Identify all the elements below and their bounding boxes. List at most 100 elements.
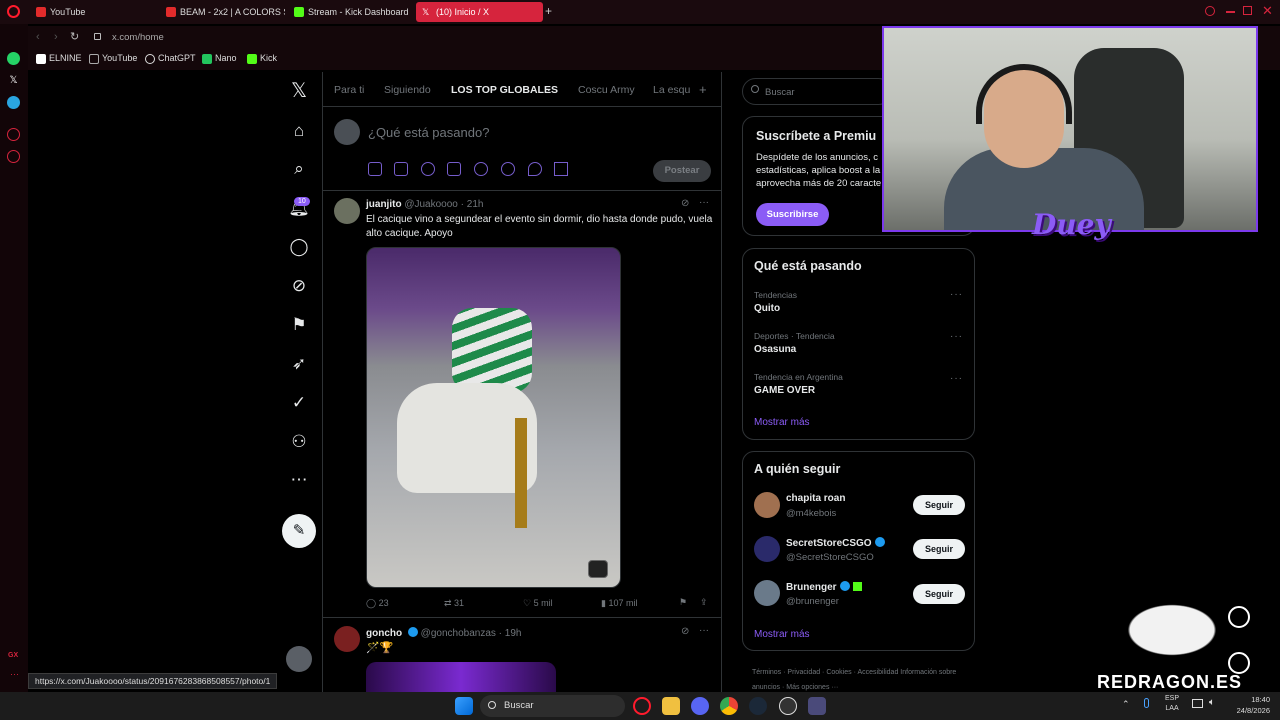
footer-link[interactable]: Accesibilidad: [857, 669, 898, 676]
opera-logo-icon[interactable]: [7, 5, 20, 18]
bookmark-icon[interactable]: ⚑: [679, 597, 687, 608]
views-button[interactable]: ▮ 107 mil: [601, 598, 637, 609]
more-icon[interactable]: ···: [950, 373, 963, 384]
whatsapp-icon[interactable]: [7, 52, 20, 65]
grok-icon[interactable]: ⊘: [681, 626, 689, 637]
volume-icon[interactable]: 🔈︎: [1209, 697, 1215, 708]
tab-x-home[interactable]: 𝕏 (10) Inicio / X: [416, 2, 543, 22]
messages-icon[interactable]: [1228, 652, 1250, 674]
avatar[interactable]: [754, 580, 780, 606]
footer-link[interactable]: Más opciones ···: [786, 684, 838, 691]
more-icon[interactable]: ···: [699, 625, 709, 636]
network-icon[interactable]: [1192, 699, 1203, 708]
footer-link[interactable]: Términos: [752, 669, 781, 676]
minimize-button[interactable]: [1226, 11, 1235, 13]
tab-youtube[interactable]: YouTube: [30, 2, 155, 22]
post-author-name[interactable]: goncho: [366, 628, 402, 639]
trend-name[interactable]: Osasuna: [754, 344, 796, 355]
grok-icon[interactable]: [421, 162, 435, 176]
home-icon[interactable]: ⌂: [286, 118, 312, 144]
maximize-button[interactable]: [1243, 6, 1252, 15]
microphone-icon[interactable]: [1144, 698, 1149, 708]
bookmarks-icon[interactable]: ⚑: [286, 312, 312, 338]
chevron-down-icon[interactable]: ⌄: [545, 83, 553, 94]
windows-start-icon[interactable]: [455, 697, 473, 715]
x-logo-icon[interactable]: 𝕏: [286, 78, 312, 104]
like-button[interactable]: ♡ 5 mil: [523, 598, 553, 609]
post-avatar[interactable]: [334, 626, 360, 652]
search-icon[interactable]: ⌕: [286, 156, 312, 182]
add-tab-icon[interactable]: +: [699, 82, 707, 97]
flag-icon[interactable]: [554, 162, 568, 176]
steam-icon[interactable]: [749, 697, 767, 715]
avatar[interactable]: [286, 646, 312, 672]
language-indicator[interactable]: ESP LAA: [1165, 694, 1179, 714]
tab-kick-dashboard[interactable]: Stream - Kick Dashboard: [288, 2, 413, 22]
more-icon[interactable]: ···: [950, 289, 963, 300]
obs-icon[interactable]: [779, 697, 797, 715]
avatar[interactable]: [754, 536, 780, 562]
bookmark-kick[interactable]: Kick: [247, 53, 277, 64]
chevron-up-icon[interactable]: ⌃: [1122, 699, 1130, 710]
grok-icon[interactable]: [1228, 606, 1250, 628]
reply-button[interactable]: ◯ 23: [366, 598, 389, 609]
tab-la-esquina[interactable]: La esqu: [653, 84, 690, 96]
avatar[interactable]: [754, 492, 780, 518]
jobs-icon[interactable]: ➶: [286, 351, 312, 377]
tab-los-top-globales[interactable]: LOS TOP GLOBALES: [451, 84, 558, 96]
bookmark-nano[interactable]: Nano: [202, 53, 237, 64]
clock[interactable]: 18:40 24/8/2026: [1228, 694, 1270, 716]
follow-handle[interactable]: @m4kebois: [786, 508, 836, 519]
taskbar-search[interactable]: Buscar: [480, 695, 625, 717]
post-image[interactable]: [366, 247, 621, 588]
forward-icon[interactable]: ›: [54, 31, 58, 43]
follow-name[interactable]: chapita roan: [786, 493, 845, 504]
post-author-handle[interactable]: @Juakoooo: [404, 199, 458, 210]
post-avatar[interactable]: [334, 198, 360, 224]
follow-name[interactable]: SecretStoreCSGO: [786, 538, 872, 549]
show-more-link[interactable]: Mostrar más: [754, 417, 810, 428]
post-image[interactable]: [366, 662, 556, 692]
search-input[interactable]: Buscar: [742, 78, 892, 105]
footer-link[interactable]: Cookies: [826, 669, 851, 676]
subscribe-button[interactable]: Suscribirse: [756, 203, 829, 226]
tab-siguiendo[interactable]: Siguiendo: [384, 84, 431, 96]
follow-handle[interactable]: @brunenger: [786, 596, 839, 607]
footer-link[interactable]: Información sobre anuncios: [752, 669, 956, 691]
telegram-icon[interactable]: [7, 96, 20, 109]
post-time[interactable]: · 21h: [461, 199, 484, 210]
schedule-icon[interactable]: [501, 162, 515, 176]
trend-name[interactable]: GAME OVER: [754, 385, 815, 396]
x-icon[interactable]: 𝕏: [7, 74, 20, 87]
grok-icon[interactable]: ⊘: [681, 198, 689, 209]
tab-coscu-army[interactable]: Coscu Army: [578, 84, 635, 96]
messages-icon[interactable]: ◯: [286, 234, 312, 260]
close-button[interactable]: ✕: [1262, 3, 1273, 19]
follow-handle[interactable]: @SecretStoreCSGO: [786, 552, 874, 563]
post-time[interactable]: · 19h: [499, 628, 522, 639]
reload-icon[interactable]: ↻: [70, 30, 79, 43]
search-tabs-icon[interactable]: [1205, 6, 1215, 16]
image-icon[interactable]: [368, 162, 382, 176]
tab-beam[interactable]: BEAM - 2x2 | A COLORS S: [160, 2, 285, 22]
settings-icon[interactable]: [7, 150, 20, 163]
url-field[interactable]: x.com/home: [112, 32, 164, 43]
repost-button[interactable]: ⇄ 31: [444, 598, 464, 609]
compose-post-button[interactable]: ✎: [282, 514, 316, 548]
poll-icon[interactable]: [447, 162, 461, 176]
compose-input[interactable]: ¿Qué está pasando?: [368, 125, 489, 140]
share-icon[interactable]: ⇪: [700, 597, 708, 608]
more-icon[interactable]: ⋯: [286, 467, 312, 493]
back-icon[interactable]: ‹: [36, 31, 40, 43]
follow-button[interactable]: Seguir: [913, 584, 965, 604]
follow-name[interactable]: Brunenger: [786, 582, 837, 593]
post-author-handle[interactable]: @gonchobanzas: [421, 628, 496, 639]
chrome-icon[interactable]: [720, 697, 738, 715]
trend-name[interactable]: Quito: [754, 303, 780, 314]
media-tag-icon[interactable]: [588, 560, 608, 578]
tab-para-ti[interactable]: Para ti: [334, 84, 364, 96]
grok-icon[interactable]: ⊘: [286, 273, 312, 299]
premium-icon[interactable]: ✓: [286, 390, 312, 416]
app-icon[interactable]: [808, 697, 826, 715]
profile-icon[interactable]: ⚇: [286, 429, 312, 455]
